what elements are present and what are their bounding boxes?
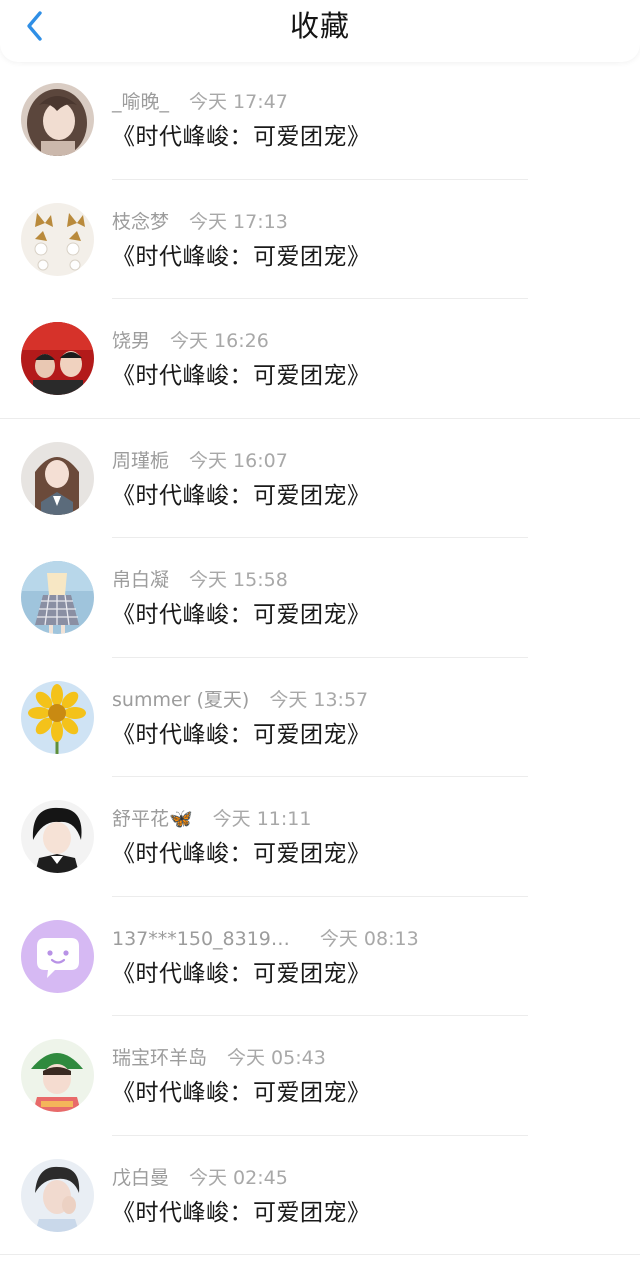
timestamp: 今天 08:13 (319, 927, 419, 950)
list-item[interactable]: 舒平花🦋 今天 11:11 《时代峰峻：可爱团宠》 (0, 777, 640, 897)
avatar[interactable] (21, 680, 94, 754)
avatar[interactable] (21, 800, 94, 873)
avatar[interactable] (21, 441, 94, 515)
nav-bar: 收藏 (0, 0, 640, 62)
message-text: 《时代峰峻：可爱团宠》 (112, 1080, 371, 1106)
user-name[interactable]: 瑞宝环羊岛 (112, 1044, 207, 1072)
avatar[interactable] (21, 83, 94, 156)
timestamp: 今天 16:26 (170, 330, 269, 352)
timestamp: 今天 15:58 (189, 569, 288, 591)
user-name[interactable]: 枝念梦 (112, 208, 169, 236)
timestamp: 今天 02:45 (189, 1166, 288, 1189)
timestamp: 今天 17:47 (189, 91, 288, 113)
message-text: 《时代峰峻：可爱团宠》 (112, 960, 371, 987)
list-item[interactable]: 帛白凝 今天 15:58 《时代峰峻：可爱团宠》 (0, 538, 640, 658)
user-name[interactable]: summer (夏天) (112, 686, 249, 714)
list-item[interactable]: 饶男 今天 16:26 《时代峰峻：可爱团宠》 (0, 299, 640, 419)
user-name[interactable]: 周瑾栀 (112, 447, 169, 475)
user-name[interactable]: 饶男 (112, 327, 150, 355)
message-text: 《时代峰峻：可爱团宠》 (112, 243, 371, 270)
timestamp: 今天 05:43 (227, 1047, 326, 1069)
list-item[interactable]: 戊白曼 今天 02:45 《时代峰峻：可爱团宠》 (0, 1136, 640, 1255)
divider (0, 1254, 640, 1255)
user-name[interactable]: 舒平花🦋 (112, 805, 193, 833)
avatar[interactable] (21, 322, 94, 395)
avatar[interactable] (21, 1158, 94, 1232)
user-name[interactable]: 戊白曼 (112, 1164, 169, 1192)
list-item[interactable]: 137***150_8319… 今天 08:13 《时代峰峻：可爱团宠》 (0, 897, 640, 1016)
timestamp: 今天 13:57 (269, 688, 369, 711)
list-item[interactable]: summer (夏天) 今天 13:57 《时代峰峻：可爱团宠》 (0, 658, 640, 777)
message-text: 《时代峰峻：可爱团宠》 (112, 124, 371, 150)
user-name[interactable]: _喻晚_ (112, 88, 169, 116)
avatar[interactable] (21, 919, 94, 993)
list-item[interactable]: 瑞宝环羊岛 今天 05:43 《时代峰峻：可爱团宠》 (0, 1016, 640, 1136)
list-item[interactable]: 周瑾栀 今天 16:07 《时代峰峻：可爱团宠》 (0, 419, 640, 538)
page-title: 收藏 (289, 9, 350, 43)
list-item[interactable]: 枝念梦 今天 17:13 《时代峰峻：可爱团宠》 (0, 180, 640, 299)
message-text: 《时代峰峻：可爱团宠》 (112, 1199, 371, 1226)
timestamp: 今天 16:07 (189, 449, 288, 472)
message-text: 《时代峰峻：可爱团宠》 (112, 602, 371, 628)
message-text: 《时代峰峻：可爱团宠》 (112, 841, 371, 867)
message-text: 《时代峰峻：可爱团宠》 (112, 482, 371, 509)
timestamp: 今天 17:13 (189, 210, 288, 233)
avatar[interactable] (21, 202, 94, 276)
avatar[interactable] (21, 561, 94, 634)
message-text: 《时代峰峻：可爱团宠》 (112, 721, 371, 748)
user-name[interactable]: 帛白凝 (112, 566, 169, 594)
favorites-list: _喻晚_ 今天 17:47 《时代峰峻：可爱团宠》 枝念梦 今天 17:13 《… (0, 60, 640, 1255)
avatar[interactable] (21, 1039, 94, 1112)
timestamp: 今天 11:11 (212, 808, 312, 830)
list-item[interactable]: _喻晚_ 今天 17:47 《时代峰峻：可爱团宠》 (0, 60, 640, 180)
message-text: 《时代峰峻：可爱团宠》 (112, 363, 371, 389)
user-name[interactable]: 137***150_8319… (112, 925, 290, 953)
